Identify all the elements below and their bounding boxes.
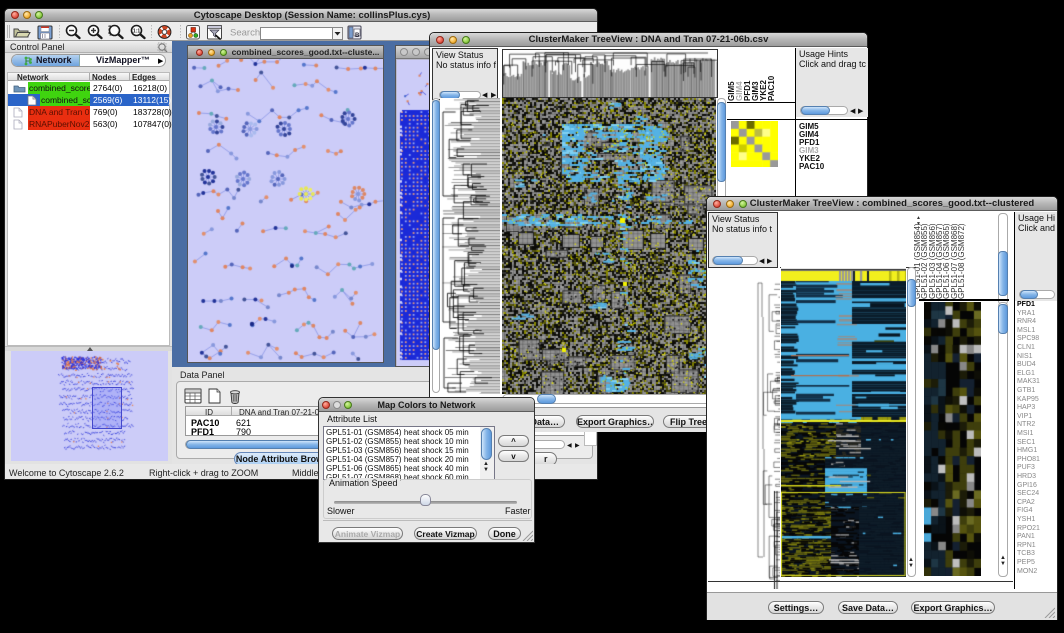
svg-text:Search:: Search: — [230, 28, 263, 39]
svg-text:1:1: 1:1 — [133, 29, 140, 35]
svg-text:B: B — [355, 33, 360, 39]
